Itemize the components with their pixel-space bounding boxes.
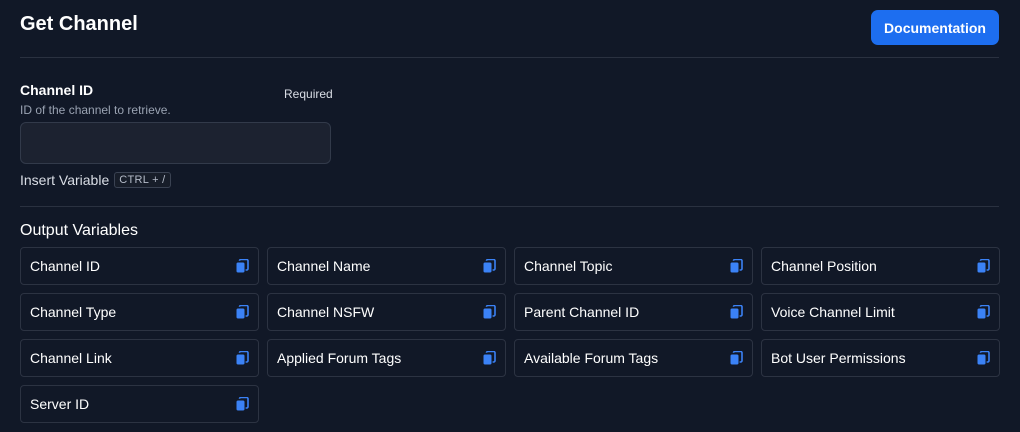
copy-icon[interactable]: [730, 259, 743, 273]
copy-icon[interactable]: [483, 351, 496, 365]
copy-icon[interactable]: [236, 397, 249, 411]
channel-id-description: ID of the channel to retrieve.: [20, 103, 171, 117]
output-variable-name: Channel Topic: [524, 258, 613, 274]
output-variable-name: Channel Link: [30, 350, 112, 366]
copy-icon[interactable]: [236, 305, 249, 319]
output-variable-card[interactable]: Channel NSFW: [267, 293, 506, 331]
copy-icon[interactable]: [483, 305, 496, 319]
output-variable-name: Channel Name: [277, 258, 371, 274]
keyboard-shortcut-badge: CTRL + /: [114, 172, 171, 188]
output-variable-card[interactable]: Voice Channel Limit: [761, 293, 1000, 331]
copy-icon[interactable]: [730, 305, 743, 319]
copy-icon[interactable]: [483, 259, 496, 273]
output-variable-card[interactable]: Parent Channel ID: [514, 293, 753, 331]
channel-id-input[interactable]: [20, 122, 331, 164]
output-variable-name: Voice Channel Limit: [771, 304, 895, 320]
output-variable-card[interactable]: Channel Position: [761, 247, 1000, 285]
output-variable-card[interactable]: Bot User Permissions: [761, 339, 1000, 377]
copy-icon[interactable]: [977, 305, 990, 319]
copy-icon[interactable]: [236, 351, 249, 365]
output-variable-name: Parent Channel ID: [524, 304, 640, 320]
output-variable-name: Server ID: [30, 396, 90, 412]
output-variable-card[interactable]: Server ID: [20, 385, 259, 423]
page-title: Get Channel: [20, 13, 138, 35]
section-divider: [20, 206, 999, 207]
output-variables-title: Output Variables: [20, 222, 138, 239]
output-variable-card[interactable]: Channel Topic: [514, 247, 753, 285]
documentation-button[interactable]: Documentation: [871, 10, 999, 45]
copy-icon[interactable]: [977, 259, 990, 273]
insert-variable-button[interactable]: Insert Variable CTRL + /: [20, 172, 171, 188]
output-variables-grid: Channel ID Channel Name Channel Topic Chann…: [20, 247, 1000, 423]
channel-id-label: Channel ID: [20, 82, 94, 98]
insert-variable-label: Insert Variable: [20, 172, 110, 188]
output-variable-name: Bot User Permissions: [771, 350, 906, 366]
header: Get Channel Documentation: [20, 10, 999, 46]
output-variable-name: Channel ID: [30, 258, 101, 274]
output-variable-card[interactable]: Available Forum Tags: [514, 339, 753, 377]
output-variable-name: Channel Position: [771, 258, 877, 274]
output-variable-card[interactable]: Channel Type: [20, 293, 259, 331]
output-variable-card[interactable]: Channel Name: [267, 247, 506, 285]
output-variable-name: Channel NSFW: [277, 304, 375, 320]
output-variable-name: Applied Forum Tags: [277, 350, 402, 366]
output-variable-card[interactable]: Channel Link: [20, 339, 259, 377]
output-variable-card[interactable]: Applied Forum Tags: [267, 339, 506, 377]
header-divider: [20, 57, 999, 58]
copy-icon[interactable]: [236, 259, 249, 273]
output-variable-name: Available Forum Tags: [524, 350, 659, 366]
output-variable-card[interactable]: Channel ID: [20, 247, 259, 285]
required-label: Required: [284, 87, 333, 101]
output-variable-name: Channel Type: [30, 304, 117, 320]
copy-icon[interactable]: [977, 351, 990, 365]
copy-icon[interactable]: [730, 351, 743, 365]
page: Get Channel Documentation Channel ID ID …: [0, 0, 1020, 432]
